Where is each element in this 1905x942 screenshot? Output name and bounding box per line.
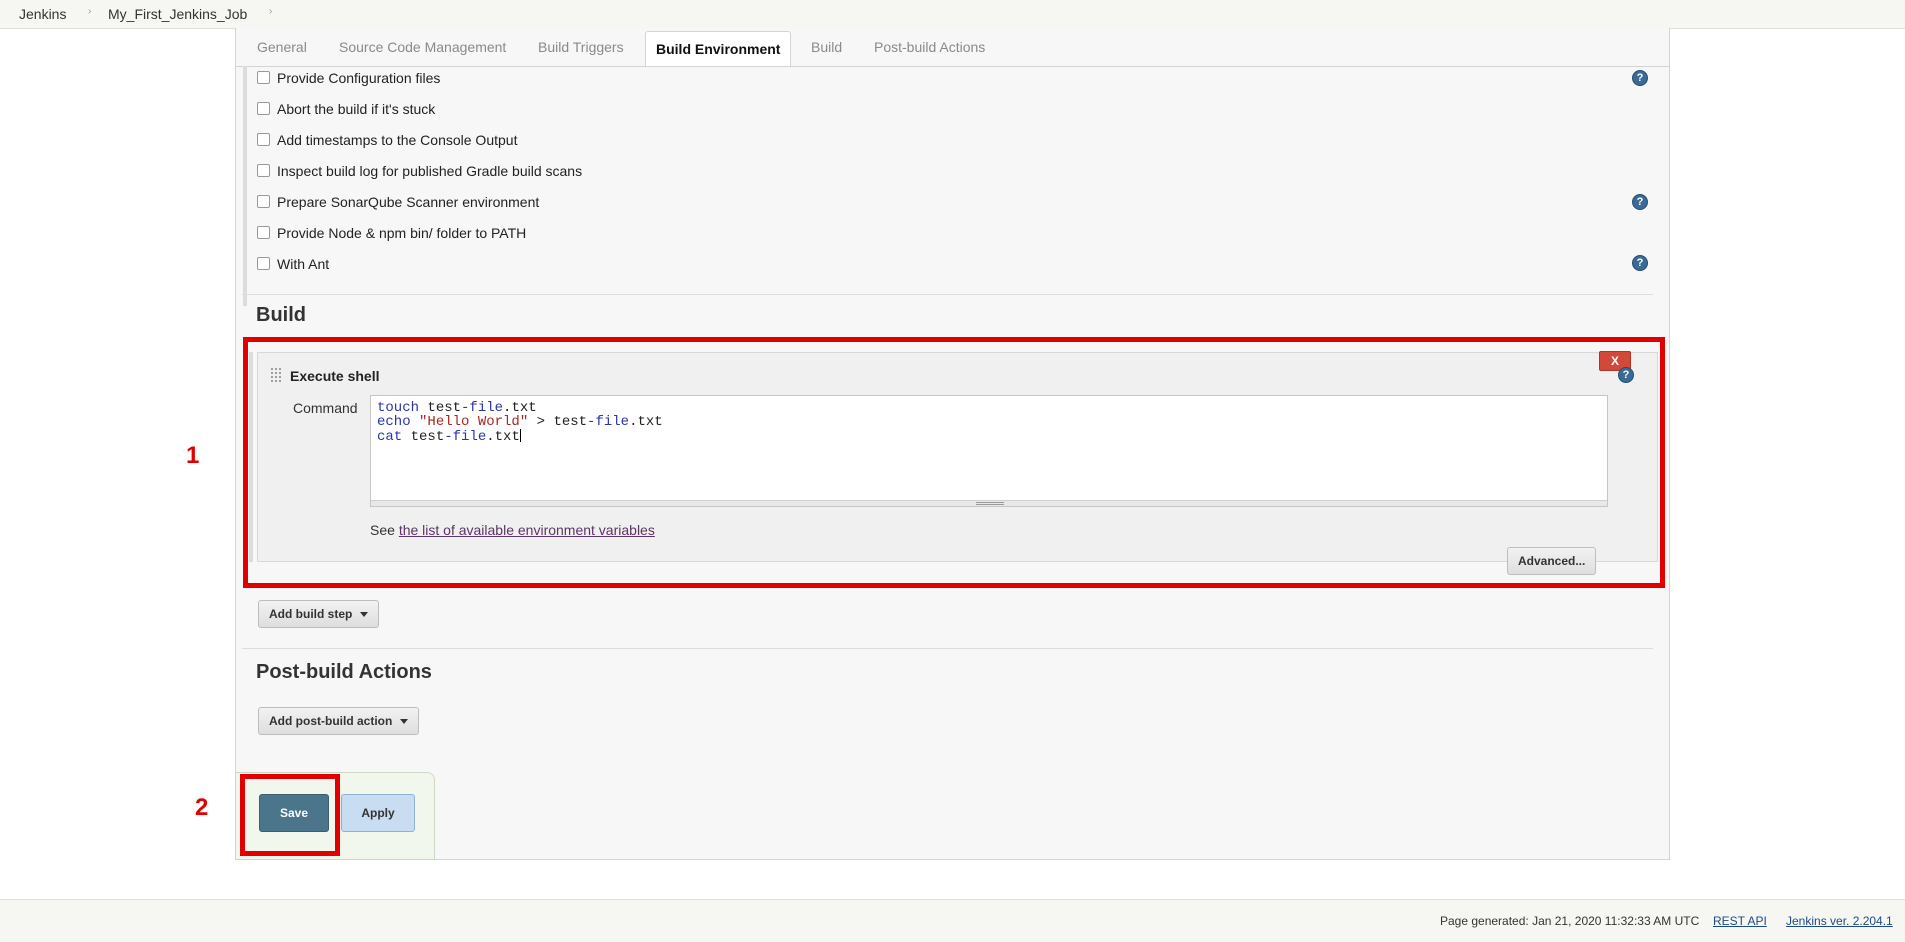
add-build-step-label: Add build step — [269, 607, 353, 621]
breadcrumb: Jenkins › My_First_Jenkins_Job › — [0, 0, 1905, 29]
option-checkbox[interactable] — [257, 102, 270, 115]
option-label: Inspect build log for published Gradle b… — [277, 163, 583, 179]
option-label: Provide Node & npm bin/ folder to PATH — [277, 225, 527, 241]
add-post-build-action-label: Add post-build action — [269, 714, 393, 728]
add-post-build-action-button[interactable]: Add post-build action — [258, 707, 420, 735]
help-icon[interactable]: ? — [1632, 70, 1648, 86]
tab-general[interactable]: General — [257, 39, 307, 55]
jenkins-version-link[interactable]: Jenkins ver. 2.204.1 — [1786, 914, 1893, 928]
breadcrumb-chevron-icon[interactable]: › — [269, 6, 272, 17]
breadcrumb-chevron-icon[interactable]: › — [88, 6, 91, 17]
caret-down-icon — [400, 719, 409, 724]
option-label: Abort the build if it's stuck — [277, 101, 436, 117]
option-label: Add timestamps to the Console Output — [277, 132, 518, 148]
tab-build-environment[interactable]: Build Environment — [645, 31, 792, 66]
build-section-title: Build — [256, 304, 306, 326]
option-label: With Ant — [277, 256, 330, 272]
breadcrumb-jenkins[interactable]: Jenkins — [19, 6, 66, 22]
section-indent-bar — [243, 66, 247, 306]
page-footer: Page generated: Jan 21, 2020 11:32:33 AM… — [0, 899, 1905, 942]
option-label: Prepare SonarQube Scanner environment — [277, 194, 540, 210]
page-generated-timestamp: Page generated: Jan 21, 2020 11:32:33 AM… — [1440, 914, 1700, 928]
rest-api-link[interactable]: REST API — [1713, 914, 1767, 928]
help-icon[interactable]: ? — [1632, 255, 1648, 271]
tab-post-build-actions[interactable]: Post-build Actions — [874, 39, 985, 55]
option-checkbox[interactable] — [257, 71, 270, 84]
option-checkbox[interactable] — [257, 257, 270, 270]
option-checkbox[interactable] — [257, 226, 270, 239]
tab-build[interactable]: Build — [811, 39, 842, 55]
post-build-section-title: Post-build Actions — [256, 661, 432, 683]
caret-down-icon — [360, 612, 369, 617]
section-divider — [242, 648, 1653, 649]
option-checkbox[interactable] — [257, 133, 270, 146]
annotation-box-2 — [240, 774, 340, 856]
annotation-number-1: 1 — [186, 442, 200, 469]
breadcrumb-job[interactable]: My_First_Jenkins_Job — [108, 6, 247, 22]
section-divider — [242, 294, 1653, 295]
option-label: Provide Configuration files — [277, 70, 441, 86]
config-tabbar: General Source Code Management Build Tri… — [236, 28, 1669, 67]
annotation-number-2: 2 — [195, 794, 209, 821]
annotation-box-1 — [243, 337, 1665, 588]
tab-source-code-management[interactable]: Source Code Management — [339, 39, 506, 55]
apply-button[interactable]: Apply — [341, 794, 415, 832]
option-checkbox[interactable] — [257, 164, 270, 177]
help-icon[interactable]: ? — [1632, 194, 1648, 210]
add-build-step-button[interactable]: Add build step — [258, 600, 380, 628]
tab-build-triggers[interactable]: Build Triggers — [538, 39, 624, 55]
option-checkbox[interactable] — [257, 195, 270, 208]
